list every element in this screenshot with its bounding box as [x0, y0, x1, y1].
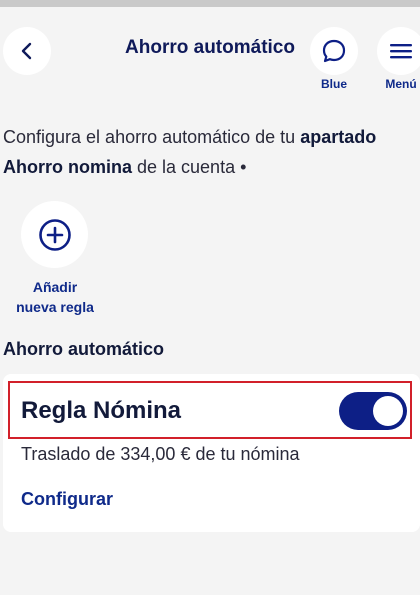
plus-circle-icon: [38, 218, 71, 251]
chat-button[interactable]: [310, 27, 358, 75]
intro-part1: Configura el ahorro automático de tu: [3, 127, 301, 147]
add-rule-line2: nueva regla: [16, 299, 94, 315]
hamburger-menu-icon: [390, 44, 412, 59]
chat-label[interactable]: Blue: [304, 77, 364, 91]
chat-bubble-icon: [322, 39, 346, 63]
menu-label[interactable]: Menú: [371, 77, 420, 91]
menu-button[interactable]: [377, 27, 420, 75]
status-strip: [0, 0, 420, 7]
add-rule-line1: Añadir: [32, 279, 78, 295]
rule-description: Traslado de 334,00 € de tu nómina: [21, 444, 300, 464]
rule-name: Regla Nómina: [21, 397, 182, 424]
page-title: Ahorro automático: [125, 37, 295, 58]
rule-toggle[interactable]: [339, 392, 407, 430]
header: Ahorro automático Blue Menú: [0, 7, 420, 97]
chevron-left-icon: [21, 42, 32, 60]
back-button[interactable]: [3, 27, 51, 75]
intro-text: Configura el ahorro automático de tu apa…: [3, 122, 413, 182]
add-rule-label[interactable]: Añadir nueva regla: [10, 277, 100, 317]
section-title: Ahorro automático: [3, 339, 165, 359]
add-rule-button[interactable]: [21, 201, 88, 268]
configure-link[interactable]: Configurar: [21, 489, 113, 510]
toggle-knob: [373, 396, 403, 426]
intro-part2: de la cuenta •: [132, 157, 247, 177]
